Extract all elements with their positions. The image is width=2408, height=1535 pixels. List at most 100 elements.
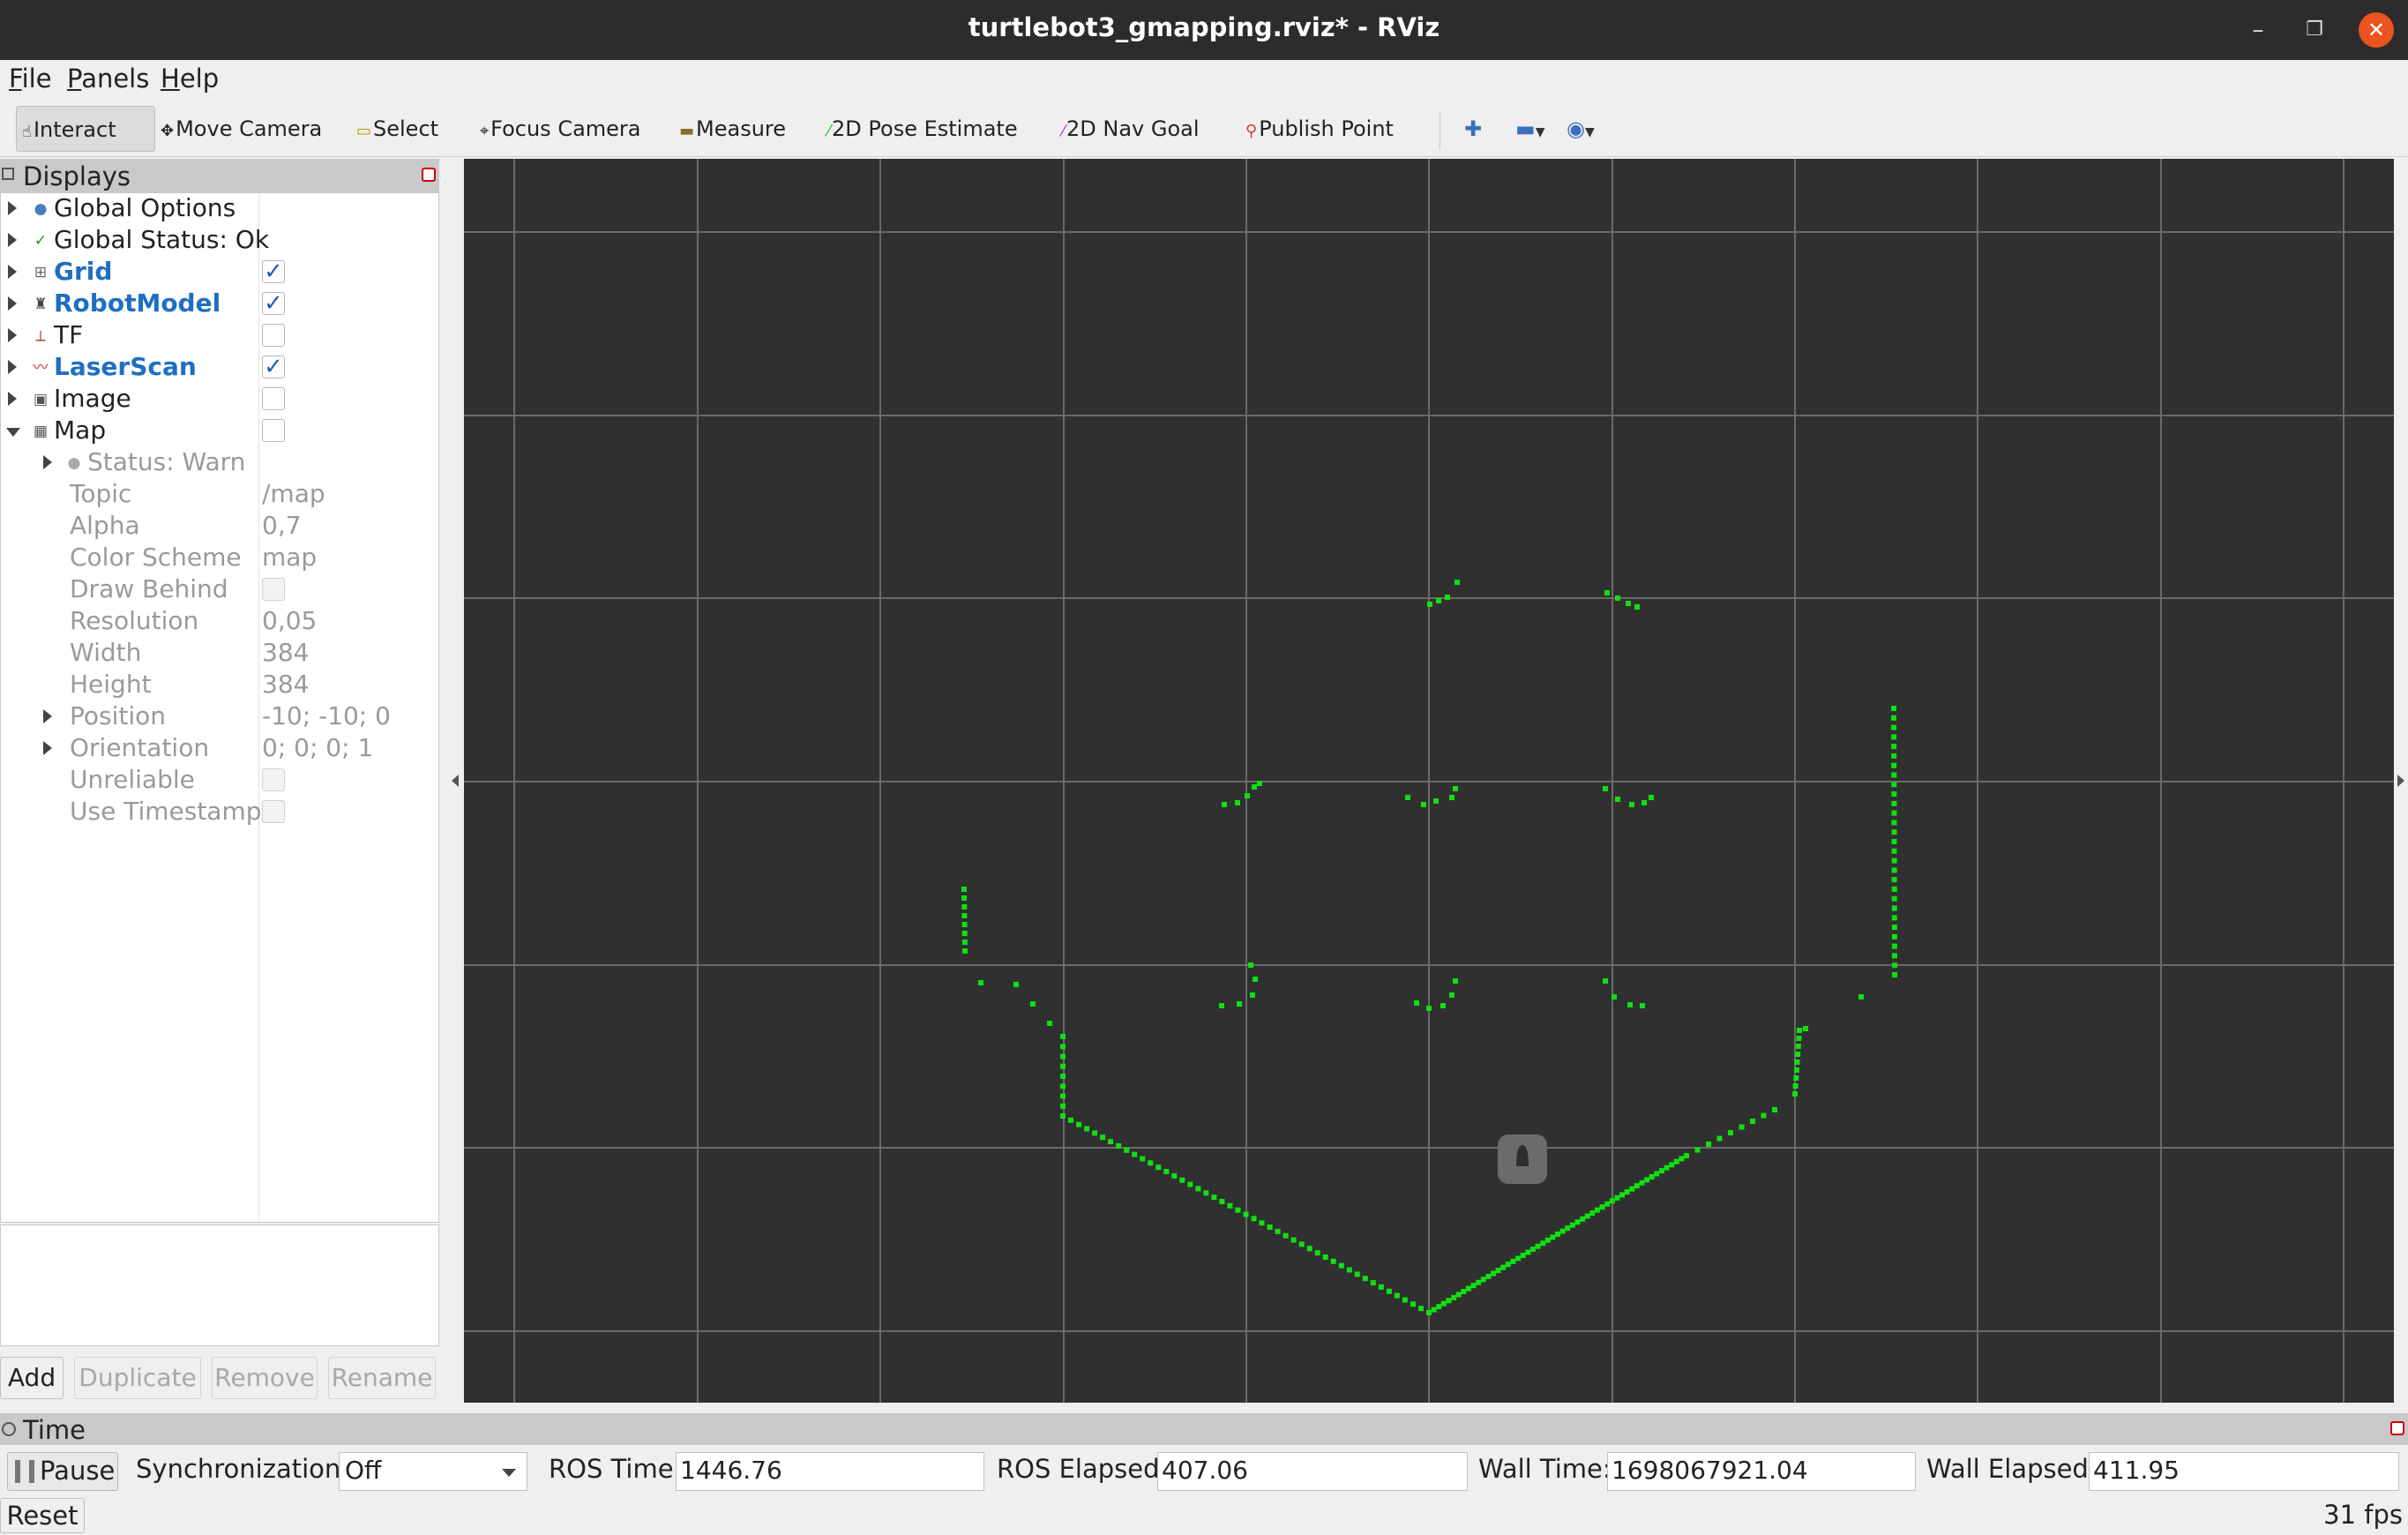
property-value[interactable]: map	[262, 543, 317, 572]
tool-label: Publish Point	[1259, 116, 1394, 141]
wall-time-field[interactable]: 1698067921.04	[1607, 1452, 1916, 1491]
map-prop-topic[interactable]: Topic /map	[1, 479, 438, 511]
property-checkbox[interactable]	[262, 800, 285, 823]
menu-file[interactable]: File	[9, 64, 52, 94]
menu-panels[interactable]: Panels	[67, 64, 149, 94]
display-enabled-checkbox[interactable]: ✓	[262, 356, 285, 378]
splitter-left-arrow-icon[interactable]	[452, 775, 459, 787]
property-value[interactable]: 0; 0; 0; 1	[262, 733, 373, 762]
menu-help[interactable]: Help	[161, 64, 219, 94]
display-enabled-checkbox[interactable]	[262, 324, 285, 347]
display-enabled-checkbox[interactable]	[262, 419, 285, 442]
display-laserscan[interactable]: 〰 LaserScan ✓	[1, 352, 438, 384]
tool-interact[interactable]: ☝Interact	[16, 106, 155, 152]
scan-point	[1453, 786, 1458, 791]
display-tf[interactable]: ⟂ TF	[1, 320, 438, 352]
map-prop-draw-behind[interactable]: Draw Behind	[1, 574, 438, 606]
property-checkbox[interactable]	[262, 578, 285, 601]
property-checkbox[interactable]	[262, 768, 285, 791]
map-prop-height[interactable]: Height 384	[1, 670, 438, 701]
tool-focus-camera[interactable]: ⌖Focus Camera	[480, 106, 641, 152]
property-value[interactable]: /map	[262, 479, 325, 508]
expand-arrow-icon[interactable]	[8, 201, 17, 215]
scan-point	[1235, 1207, 1241, 1213]
minus-icon[interactable]: ▬▼	[1515, 106, 1544, 152]
scan-point	[1569, 1222, 1575, 1228]
scan-point	[1891, 820, 1897, 826]
display-name: Map	[54, 416, 107, 445]
display-global-options[interactable]: ● Global Options	[1, 193, 438, 225]
minimize-icon[interactable]: –	[2240, 12, 2276, 48]
splitter-right-arrow-icon[interactable]	[2397, 775, 2404, 787]
property-value[interactable]: 0,05	[262, 606, 317, 635]
property-value[interactable]: 0,7	[262, 511, 302, 540]
wall-elapsed-field[interactable]: 411.95	[2089, 1452, 2399, 1491]
add-display-button[interactable]: Add	[0, 1357, 64, 1399]
tool-publish-point[interactable]: ⚲Publish Point	[1245, 106, 1394, 152]
collapse-arrow-icon[interactable]	[6, 428, 20, 437]
map-prop-status[interactable]: ● Status: Warn	[1, 447, 438, 479]
property-value[interactable]: 384	[262, 670, 309, 699]
scan-point	[1306, 1246, 1312, 1252]
rename-display-button[interactable]: Rename	[328, 1357, 436, 1399]
remove-display-button[interactable]: Remove	[212, 1357, 318, 1399]
map-prop-alpha[interactable]: Alpha 0,7	[1, 511, 438, 543]
display-grid[interactable]: ⊞ Grid ✓	[1, 257, 438, 288]
ros-elapsed-field[interactable]: 407.06	[1157, 1452, 1468, 1491]
display-name: Global Options	[54, 193, 236, 222]
scan-point	[1658, 1168, 1664, 1174]
maximize-icon[interactable]: ❐	[2297, 12, 2332, 48]
expand-arrow-icon[interactable]	[8, 296, 17, 311]
display-enabled-checkbox[interactable]: ✓	[262, 292, 285, 315]
scan-point	[1171, 1172, 1178, 1179]
expand-arrow-icon[interactable]	[43, 741, 52, 755]
map-prop-orientation[interactable]: Orientation 0; 0; 0; 1	[1, 733, 438, 765]
tool-measure[interactable]: ▬Measure	[679, 106, 786, 152]
close-icon[interactable]: ✕	[2359, 12, 2394, 48]
expand-arrow-icon[interactable]	[8, 360, 17, 374]
panel-close-icon[interactable]	[2390, 1421, 2404, 1435]
display-enabled-checkbox[interactable]: ✓	[262, 260, 285, 283]
scan-point	[961, 895, 968, 901]
property-value[interactable]: -10; -10; 0	[262, 701, 391, 730]
map-prop-use-timestamp[interactable]: Use Timestamp	[1, 797, 438, 828]
display-robotmodel[interactable]: ♜ RobotModel ✓	[1, 288, 438, 320]
render-viewport[interactable]	[464, 159, 2394, 1403]
pause-button[interactable]: Pause	[7, 1452, 118, 1491]
display-image[interactable]: ▣ Image	[1, 384, 438, 416]
map-prop-position[interactable]: Position -10; -10; 0	[1, 701, 438, 733]
map-prop-width[interactable]: Width 384	[1, 638, 438, 670]
scan-point	[1179, 1177, 1185, 1183]
scan-point	[1251, 1216, 1257, 1222]
tool-select[interactable]: ▭Select	[356, 106, 438, 152]
scan-point	[1739, 1124, 1745, 1130]
display-enabled-checkbox[interactable]	[262, 387, 285, 410]
plus-icon[interactable]: ✚	[1464, 106, 1482, 152]
map-prop-unreliable[interactable]: Unreliable	[1, 765, 438, 797]
sync-select[interactable]: Off	[339, 1452, 527, 1491]
tool-move-camera[interactable]: ✥Move Camera	[161, 106, 322, 152]
expand-arrow-icon[interactable]	[8, 265, 17, 279]
map-prop-resolution[interactable]: Resolution 0,05	[1, 606, 438, 638]
eye-icon[interactable]: ◉▼	[1567, 106, 1595, 152]
display-global-status[interactable]: ✓ Global Status: Ok	[1, 225, 438, 257]
expand-arrow-icon[interactable]	[8, 392, 17, 406]
expand-arrow-icon[interactable]	[43, 455, 52, 469]
scan-point	[1362, 1276, 1368, 1282]
scan-point	[1891, 886, 1897, 892]
duplicate-display-button[interactable]: Duplicate	[74, 1357, 201, 1399]
tool-2d-pose-estimate[interactable]: ⁄2D Pose Estimate	[827, 106, 1018, 152]
panel-close-icon[interactable]	[422, 168, 436, 182]
property-value[interactable]: 384	[262, 638, 309, 667]
reset-button[interactable]: Reset	[0, 1498, 85, 1533]
scan-point	[1227, 1202, 1233, 1209]
ros-time-field[interactable]: 1446.76	[676, 1452, 984, 1491]
display-map[interactable]: ▦ Map	[1, 416, 438, 447]
scan-point	[1679, 1156, 1685, 1162]
expand-arrow-icon[interactable]	[8, 328, 17, 342]
tool-label: 2D Nav Goal	[1066, 116, 1200, 141]
tool-2d-nav-goal[interactable]: ⁄2D Nav Goal	[1062, 106, 1200, 152]
map-prop-color-scheme[interactable]: Color Scheme map	[1, 543, 438, 574]
expand-arrow-icon[interactable]	[8, 233, 17, 247]
expand-arrow-icon[interactable]	[43, 709, 52, 723]
